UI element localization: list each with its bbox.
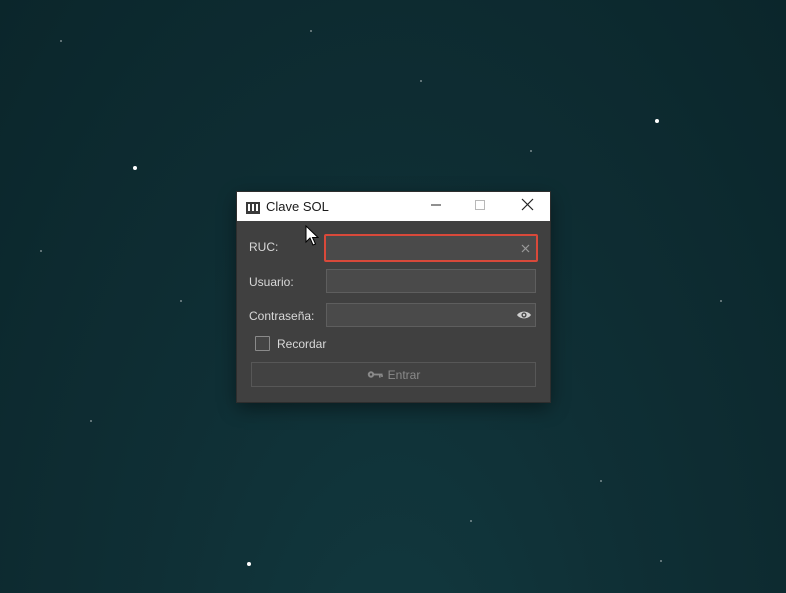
remember-row[interactable]: Recordar	[255, 336, 326, 351]
star	[655, 119, 659, 123]
close-button[interactable]	[505, 192, 549, 221]
contrasena-field[interactable]	[326, 303, 536, 327]
ruc-label: RUC:	[249, 240, 279, 254]
star	[133, 166, 137, 170]
star	[90, 420, 92, 422]
star	[40, 250, 42, 252]
form-body: RUC: Usuario: Contraseña: Recordar Entra…	[237, 221, 550, 402]
bar-chart-icon	[246, 201, 260, 214]
maximize-icon	[474, 198, 486, 216]
star	[310, 30, 312, 32]
star	[530, 150, 532, 152]
star	[180, 300, 182, 302]
maximize-button[interactable]	[458, 192, 502, 221]
desktop-background: Clave SOL RUC: Usuario: Contraseña: Reco…	[0, 0, 786, 593]
star	[720, 300, 722, 302]
close-icon	[521, 198, 534, 216]
mouse-cursor-icon	[305, 224, 320, 247]
login-dialog: Clave SOL RUC: Usuario: Contraseña: Reco…	[237, 192, 550, 402]
clear-icon[interactable]	[517, 240, 533, 256]
usuario-field[interactable]	[326, 269, 536, 293]
remember-label: Recordar	[277, 336, 327, 351]
minimize-button[interactable]	[414, 192, 458, 221]
usuario-input[interactable]	[327, 270, 535, 292]
star	[660, 560, 662, 562]
ruc-input[interactable]	[326, 236, 536, 260]
eye-icon[interactable]	[516, 307, 532, 323]
usuario-label: Usuario:	[249, 275, 294, 289]
minimize-icon	[430, 198, 442, 216]
entrar-label: Entrar	[387, 367, 421, 382]
ruc-field[interactable]	[324, 234, 538, 262]
star	[247, 562, 251, 566]
star	[470, 520, 472, 522]
title-bar[interactable]: Clave SOL	[237, 192, 550, 221]
star	[420, 80, 422, 82]
star	[600, 480, 602, 482]
entrar-button[interactable]: Entrar	[251, 362, 536, 387]
remember-checkbox[interactable]	[255, 336, 270, 351]
contrasena-label: Contraseña:	[249, 309, 315, 323]
contrasena-input[interactable]	[327, 304, 535, 326]
key-icon	[367, 370, 383, 379]
star	[60, 40, 62, 42]
window-title: Clave SOL	[266, 199, 329, 214]
